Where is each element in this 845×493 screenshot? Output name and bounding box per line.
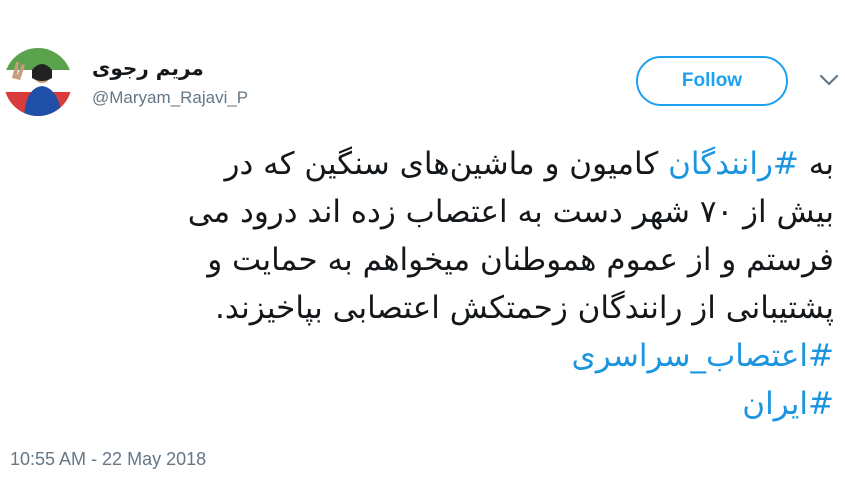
hashtag-link[interactable]: #ایران [742,386,834,422]
tweet-text-segment: بیش از ۷۰ شهر دست به اعتصاب زده اند درود… [187,194,834,230]
tweet-text-segment: کامیون و ماشین‌های سنگین که در [224,146,669,182]
tweet-line: به #رانندگان کامیون و ماشین‌های سنگین که… [8,140,834,188]
tweet-text-segment: فرستم و از عموم هموطنان میخواهم به حمایت… [207,242,834,278]
tweet-text-segment: پشتیبانی از رانندگان زحمتکش اعتصابی بپاخ… [214,290,834,326]
tweet-line: #ایران [8,380,834,428]
tweet-text: به #رانندگان کامیون و ماشین‌های سنگین که… [8,140,834,428]
tweet-line: پشتیبانی از رانندگان زحمتکش اعتصابی بپاخ… [8,284,834,332]
avatar[interactable] [4,48,72,116]
author-handle[interactable]: @Maryam_Rajavi_P [92,88,248,108]
hashtag-link[interactable]: #رانندگان [668,146,799,182]
tweet-text-segment: به [798,146,834,182]
tweet-line: فرستم و از عموم هموطنان میخواهم به حمایت… [8,236,834,284]
author-name[interactable]: مریم رجوی [92,56,204,80]
tweet-line: بیش از ۷۰ شهر دست به اعتصاب زده اند درود… [8,188,834,236]
tweet-line: #اعتصاب_سراسری [8,332,835,380]
hashtag-link[interactable]: #اعتصاب_سراسری [572,338,835,374]
follow-button[interactable]: Follow [636,56,788,106]
chevron-down-icon[interactable] [818,72,840,88]
profile-photo-avatar [4,48,72,116]
tweet-timestamp[interactable]: 10:55 AM - 22 May 2018 [10,449,206,470]
